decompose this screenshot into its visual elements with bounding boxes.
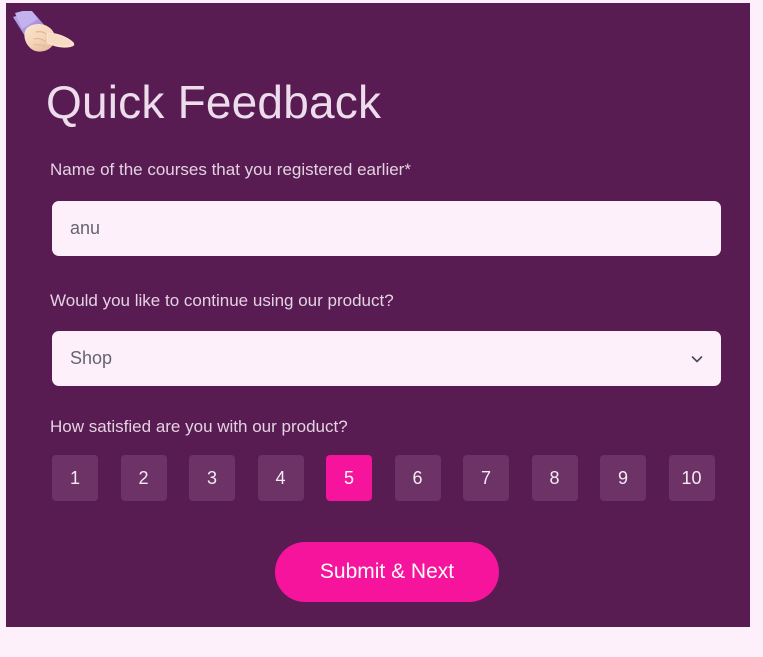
rating-button-8[interactable]: 8 [531,455,578,501]
rating-button-10[interactable]: 10 [668,455,715,501]
rating-button-9[interactable]: 9 [600,455,646,501]
rating-button-6[interactable]: 6 [394,455,441,501]
pointing-hand-emoji [12,11,84,73]
page-title: Quick Feedback [46,76,382,128]
rating-button-3[interactable]: 3 [189,455,235,501]
feedback-page: Quick Feedback Name of the courses that … [0,0,763,657]
submit-next-button[interactable]: Submit & Next [275,542,499,602]
rating-button-4[interactable]: 4 [257,455,304,501]
survey-card: Quick Feedback Name of the courses that … [6,3,750,627]
continue-select-value[interactable]: Shop [52,331,721,386]
courses-field-label: Name of the courses that you registered … [50,160,411,179]
continue-select[interactable]: Shop [52,331,721,386]
satisfaction-field-label: How satisfied are you with our product? [50,417,348,436]
rating-button-1[interactable]: 1 [52,455,98,501]
rating-button-5[interactable]: 5 [326,455,372,501]
rating-button-2[interactable]: 2 [120,455,167,501]
satisfaction-rating-scale: 1 2 3 4 5 6 7 8 9 10 [52,455,722,501]
continue-field-label: Would you like to continue using our pro… [50,291,394,310]
courses-input[interactable] [52,201,721,256]
rating-button-7[interactable]: 7 [463,455,509,501]
